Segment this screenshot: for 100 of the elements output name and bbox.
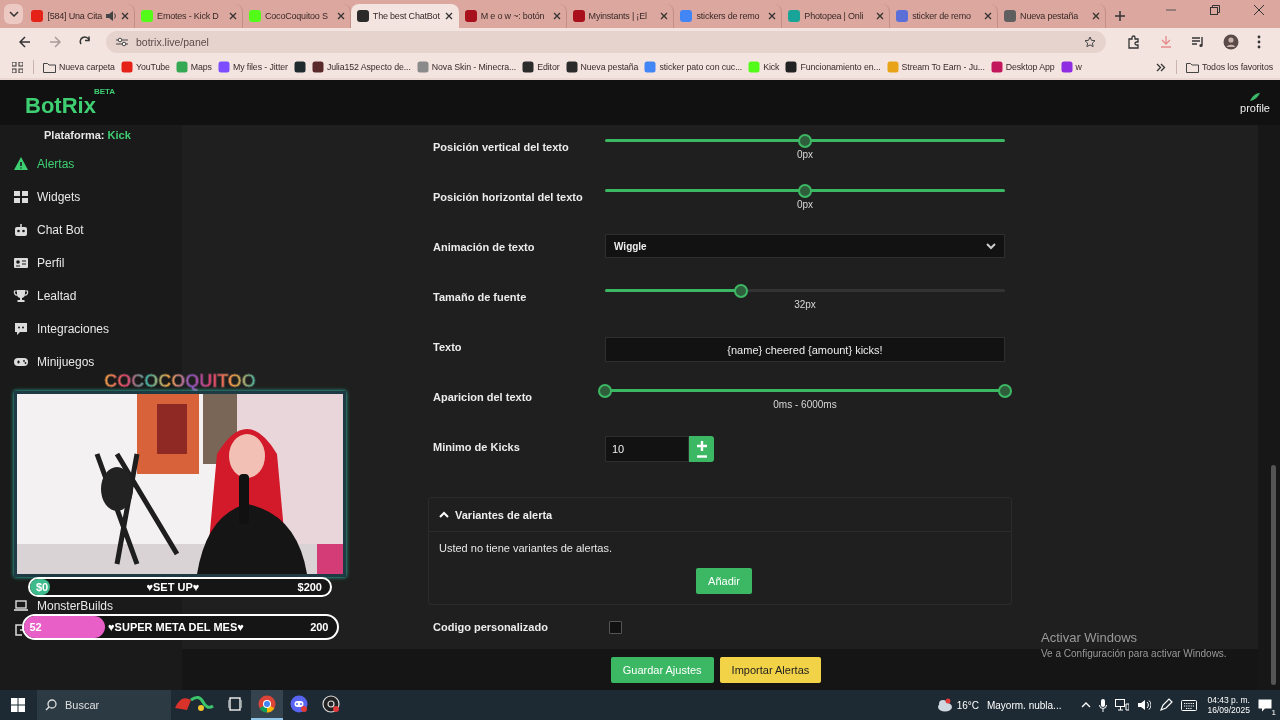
clock[interactable]: 04:43 p. m. 16/09/2025 [1207,695,1250,715]
bookmark-folder[interactable]: Todos los favoritos [1183,61,1276,73]
goal-title: ♥SUPER META DEL MES♥ [108,621,244,633]
slider-handle[interactable] [798,184,812,198]
folder-icon [43,61,56,73]
slider-handle[interactable] [998,384,1012,398]
close-icon[interactable] [228,11,238,21]
close-icon[interactable] [443,11,454,21]
chevron-down-icon [8,11,19,17]
sidebar-item[interactable]: Perfil [0,246,182,279]
bookmark[interactable]: Desktop App [987,61,1058,73]
bookmark[interactable]: Julia152 Aspecto de... [308,61,414,73]
close-icon[interactable] [335,11,346,21]
close-icon[interactable] [983,11,994,21]
keyboard-icon[interactable] [1181,699,1198,711]
plus-icon [696,440,707,451]
slider-value: 0ms - 6000ms [772,399,838,410]
windows-icon[interactable] [11,698,25,712]
close-icon[interactable] [551,11,562,21]
field-label: Texto [433,340,463,355]
close-icon[interactable] [1254,5,1264,15]
back-icon[interactable] [19,36,31,48]
bookmark[interactable]: Maps [172,61,215,73]
bookmark[interactable]: Nova Skin - Minecra... [413,61,520,73]
close-icon[interactable] [767,11,778,21]
bookmark[interactable]: My files - Jitter [214,61,291,73]
sidebar-item[interactable]: Lealtad [0,279,182,312]
chrome-icon [258,695,276,713]
sidebar-item[interactable]: Integraciones [0,312,182,345]
chevron-double-right-icon[interactable] [1156,62,1167,72]
field-label: Posición vertical del texto [433,140,570,155]
chevron-up-icon[interactable] [1081,702,1092,708]
slider-handle[interactable] [598,384,612,398]
avatar-icon[interactable] [1223,34,1239,50]
beta-label: BETA [93,86,116,96]
puzzle-icon[interactable] [1127,35,1141,49]
weather-text: Mayorm. nubla... [986,699,1062,711]
checkbox[interactable] [609,620,622,634]
browser-tab[interactable]: The best ChatBot [350,4,459,28]
close-icon[interactable] [1091,11,1101,21]
record-icon [322,695,340,713]
close-icon[interactable] [875,11,886,21]
sidebar-item[interactable]: Chat Bot [0,213,182,246]
network-icon[interactable] [1115,699,1130,711]
bookmark[interactable]: w [1057,61,1085,73]
address-bar[interactable]: botrix.live/panel [106,31,1106,53]
taskbar-app[interactable] [251,690,283,720]
sidebar-item[interactable]: Alertas [0,147,182,180]
platform-label: Plataforma: Kick [43,128,132,143]
bookmark[interactable]: Editor [519,61,563,73]
bookmark[interactable]: YouTube [117,61,173,73]
menu-icon[interactable] [1257,35,1261,49]
slider[interactable] [598,384,1012,398]
goal-title: ♥SET UP♥ [146,581,200,593]
search-field[interactable]: Buscar [37,690,171,720]
pen-icon[interactable] [1159,698,1174,712]
minus-icon [696,454,707,458]
bookmark[interactable]: Kick [745,61,783,73]
volume-icon[interactable] [1137,699,1152,711]
field-label: Posición horizontal del texto [433,190,584,205]
text-field[interactable]: {name} cheered {amount} kicks! [605,337,1005,362]
scrollbar-thumb[interactable] [1271,465,1276,685]
empty-message: Usted no tiene variantes de alertas. [439,542,614,554]
playlist-icon[interactable] [1191,35,1205,49]
grid-icon [13,188,29,205]
slider-value: 0px [795,199,815,210]
profile-link[interactable]: profile [1240,91,1270,114]
field-label: Tamaño de fuente [433,290,528,305]
goal-current: 52 [28,621,42,633]
stepper-button[interactable] [689,436,714,462]
microphone-icon[interactable] [1099,698,1108,712]
slider-handle[interactable] [798,134,812,148]
sidebar-item[interactable]: Widgets [0,180,182,213]
slider-handle[interactable] [734,284,748,298]
tab-menu-button[interactable] [4,4,24,24]
sidebar-item[interactable]: MonsterBuilds [0,598,182,613]
bookmark[interactable]: Funcionamiento en... [782,61,884,73]
apps-grid-icon[interactable] [12,61,23,73]
panel-header[interactable]: Variantes de alerta [429,498,1011,532]
goal-target: $200 [297,581,323,593]
notification-icon[interactable] [1258,698,1272,712]
bookmark[interactable]: Nueva pestaña [562,61,642,73]
activation-text: Ve a Configuración para activar Windows. [1041,648,1227,659]
close-icon[interactable] [659,11,670,21]
bookmark[interactable]: Nueva carpeta [40,61,118,73]
bookmark[interactable]: Stream To Earn - Ju... [883,61,988,73]
import-button[interactable]: Importar Alertas [719,656,822,683]
goal-current: $0 [35,581,49,593]
bookmark[interactable]: sticker pato con cuc... [641,61,746,73]
restore-icon[interactable] [1210,5,1220,15]
site-settings-icon[interactable] [116,37,128,47]
goal-target: 200 [310,621,330,633]
robot-icon [13,221,29,238]
number-field[interactable]: 10 [605,436,689,462]
slider-value: 0px [795,149,815,160]
close-icon[interactable] [120,11,131,21]
dropdown[interactable]: Wiggle [605,234,1005,258]
feather-icon [1249,91,1261,102]
new-tab-icon[interactable] [1114,10,1126,22]
star-icon[interactable] [1084,36,1096,48]
